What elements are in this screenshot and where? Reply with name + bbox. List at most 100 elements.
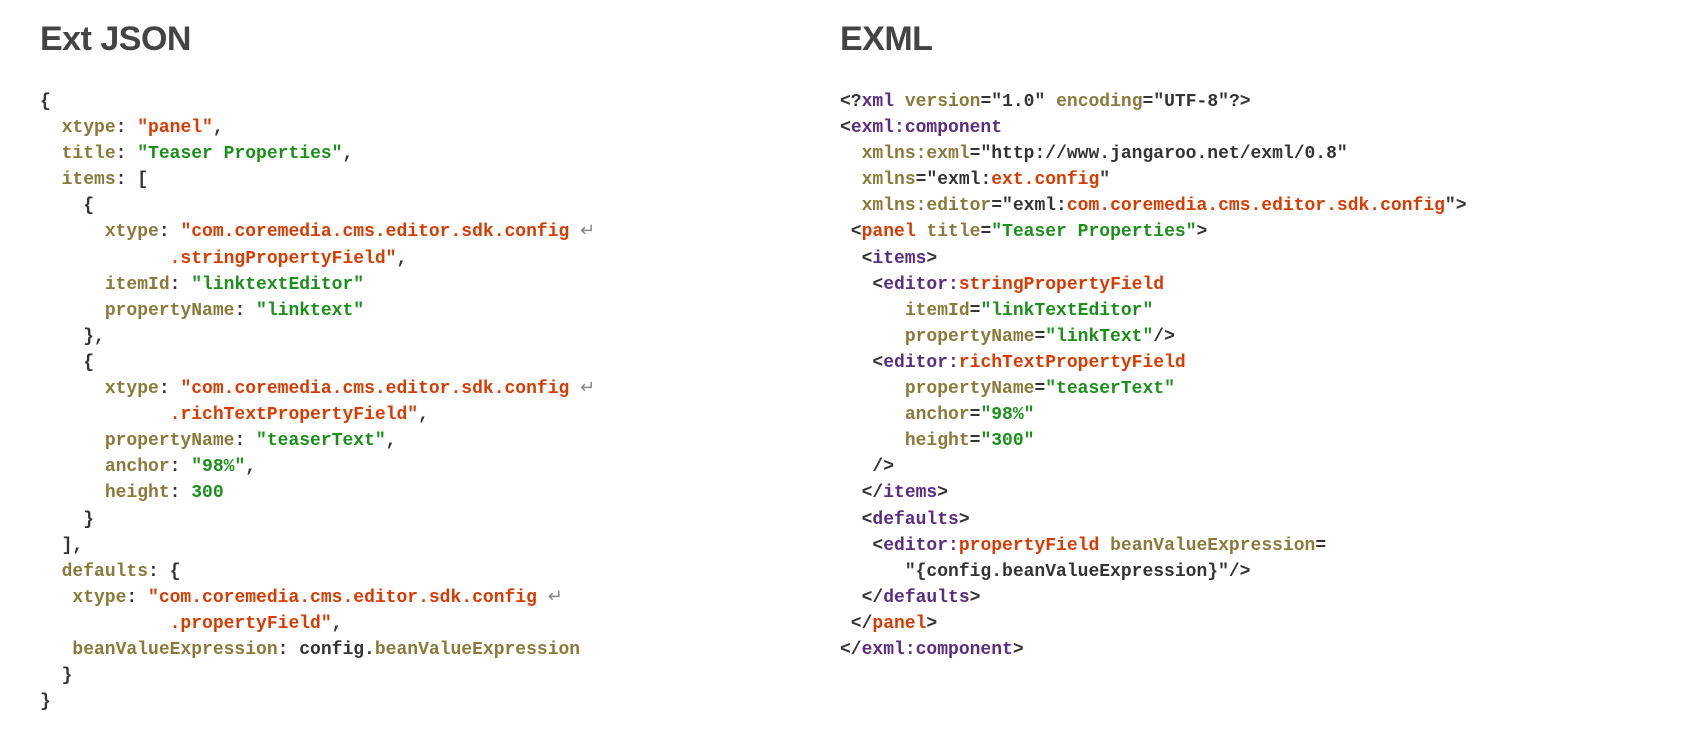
code-token: anchor: [105, 457, 170, 477]
code-token: editor:: [883, 536, 959, 556]
code-token: =: [970, 301, 981, 321]
code-token: [1045, 92, 1056, 112]
code-token: [40, 118, 62, 138]
code-token: =: [980, 92, 991, 112]
code-token: xml: [862, 92, 894, 112]
code-token: "exml:: [926, 170, 991, 190]
code-token: =: [970, 431, 981, 451]
code-token: ,: [245, 457, 256, 477]
code-token: =: [1315, 536, 1326, 556]
code-token: [1099, 536, 1110, 556]
ext-json-heading: Ext JSON: [40, 20, 760, 59]
exml-code-block: <?xml version="1.0" encoding="UTF-8"?> <…: [840, 89, 1620, 663]
code-token: panel: [862, 222, 916, 242]
code-token: [40, 301, 105, 321]
code-token: />: [1229, 562, 1251, 582]
code-token: {: [40, 92, 51, 112]
code-token: "linkTextEditor": [980, 301, 1153, 321]
code-token: ,: [418, 405, 429, 425]
code-token: >: [926, 614, 937, 634]
code-token: 300: [191, 483, 223, 503]
code-token: "com.coremedia.cms.editor.sdk.config: [148, 588, 548, 608]
code-token: [40, 249, 170, 269]
code-token: xtype: [105, 222, 159, 242]
code-token: <: [840, 222, 862, 242]
code-token: [40, 144, 62, 164]
code-token: itemId: [105, 275, 170, 295]
code-token: xtype: [72, 588, 126, 608]
code-token: "com.coremedia.cms.editor.sdk.config: [180, 379, 580, 399]
code-token: exml:component: [851, 118, 1002, 138]
code-token: [40, 483, 105, 503]
code-token: [894, 92, 905, 112]
code-token: }: [40, 666, 72, 686]
code-token: [40, 640, 72, 660]
code-token: .propertyField": [170, 614, 332, 634]
code-token: >: [959, 510, 970, 530]
code-token: ,: [213, 118, 224, 138]
code-token: [40, 222, 105, 242]
code-token: :: [159, 222, 181, 242]
code-token: [40, 170, 62, 190]
code-token: beanValueExpression: [72, 640, 277, 660]
code-token: [40, 275, 105, 295]
code-token: "com.coremedia.cms.editor.sdk.config: [180, 222, 580, 242]
code-token: items: [883, 483, 937, 503]
code-token: =: [1034, 379, 1045, 399]
code-token: {: [40, 196, 94, 216]
code-token: =: [1143, 92, 1154, 112]
code-token: "linkText": [1045, 327, 1153, 347]
code-token: xtype: [105, 379, 159, 399]
ext-json-column: Ext JSON { xtype: "panel", title: "Tease…: [40, 20, 760, 715]
code-token: propertyName: [105, 301, 235, 321]
code-token: [840, 379, 905, 399]
code-token: propertyName: [905, 327, 1035, 347]
code-token: [840, 170, 862, 190]
code-token: items: [872, 249, 926, 269]
code-token: "98%": [980, 405, 1034, 425]
code-token: xmlns: [862, 170, 916, 190]
code-token: com.coremedia.cms.editor.sdk.config: [1067, 196, 1445, 216]
code-token: propertyName: [905, 379, 1035, 399]
code-token: [40, 614, 170, 634]
code-token: ext.config: [991, 170, 1099, 190]
code-token: [40, 431, 105, 451]
code-token: "Teaser Properties": [991, 222, 1196, 242]
code-token: [840, 431, 905, 451]
code-token: [916, 222, 927, 242]
code-token: anchor: [905, 405, 970, 425]
code-token: "linktext": [256, 301, 364, 321]
code-token: "UTF-8": [1153, 92, 1229, 112]
code-token: =: [1034, 327, 1045, 347]
code-token: =: [970, 405, 981, 425]
code-token: =: [991, 196, 1002, 216]
code-token: :: [170, 275, 192, 295]
code-token: defaults: [883, 588, 969, 608]
code-token: <: [840, 536, 883, 556]
code-token: defaults: [872, 510, 958, 530]
code-token: defaults: [62, 562, 148, 582]
code-token: : [: [116, 170, 148, 190]
code-token: }: [40, 510, 94, 530]
code-token: "{config.beanValueExpression}": [905, 562, 1229, 582]
code-token: exml:component: [862, 640, 1013, 660]
code-token: xmlns:exml: [862, 144, 970, 164]
code-token: [40, 588, 72, 608]
code-token: editor:: [883, 353, 959, 373]
code-token: :: [159, 379, 181, 399]
code-token: "1.0": [991, 92, 1045, 112]
code-token: ↵: [548, 588, 563, 608]
code-token: <: [840, 275, 883, 295]
code-token: >: [1456, 196, 1467, 216]
code-token: encoding: [1056, 92, 1142, 112]
code-token: <: [840, 510, 872, 530]
code-token: {: [40, 353, 94, 373]
code-token: <: [840, 249, 872, 269]
code-token: items: [62, 170, 116, 190]
exml-heading: EXML: [840, 20, 1620, 59]
ext-json-code-block: { xtype: "panel", title: "Teaser Propert…: [40, 89, 760, 715]
code-token: >: [970, 588, 981, 608]
code-token: ↵: [580, 222, 595, 242]
code-token: ,: [342, 144, 353, 164]
code-token: >: [1197, 222, 1208, 242]
